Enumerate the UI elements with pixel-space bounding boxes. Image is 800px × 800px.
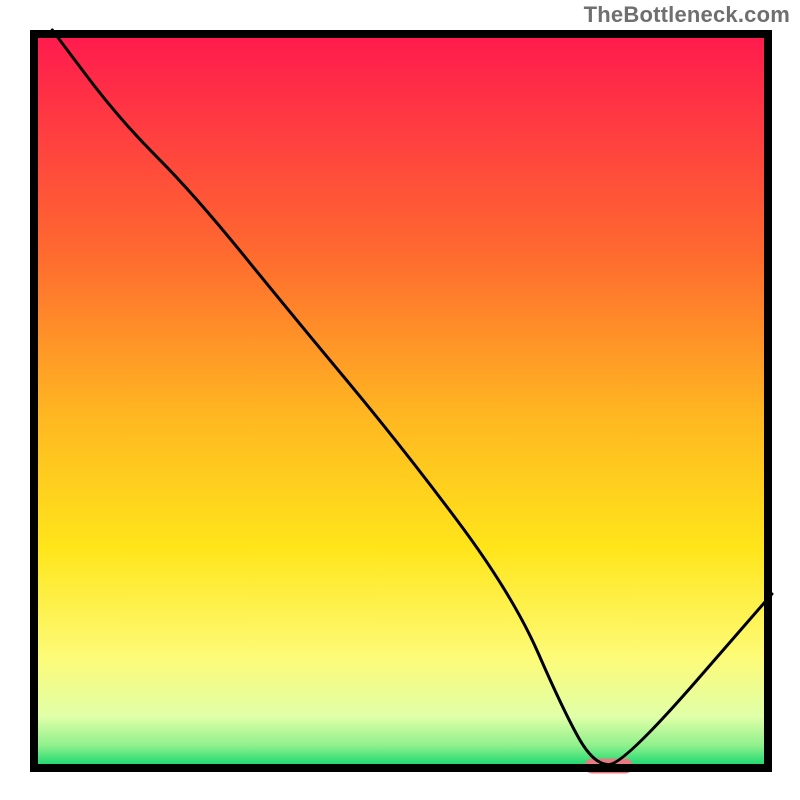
bottleneck-chart: TheBottleneck.com xyxy=(0,0,800,800)
watermark-text: TheBottleneck.com xyxy=(584,2,790,28)
chart-svg xyxy=(0,0,800,800)
